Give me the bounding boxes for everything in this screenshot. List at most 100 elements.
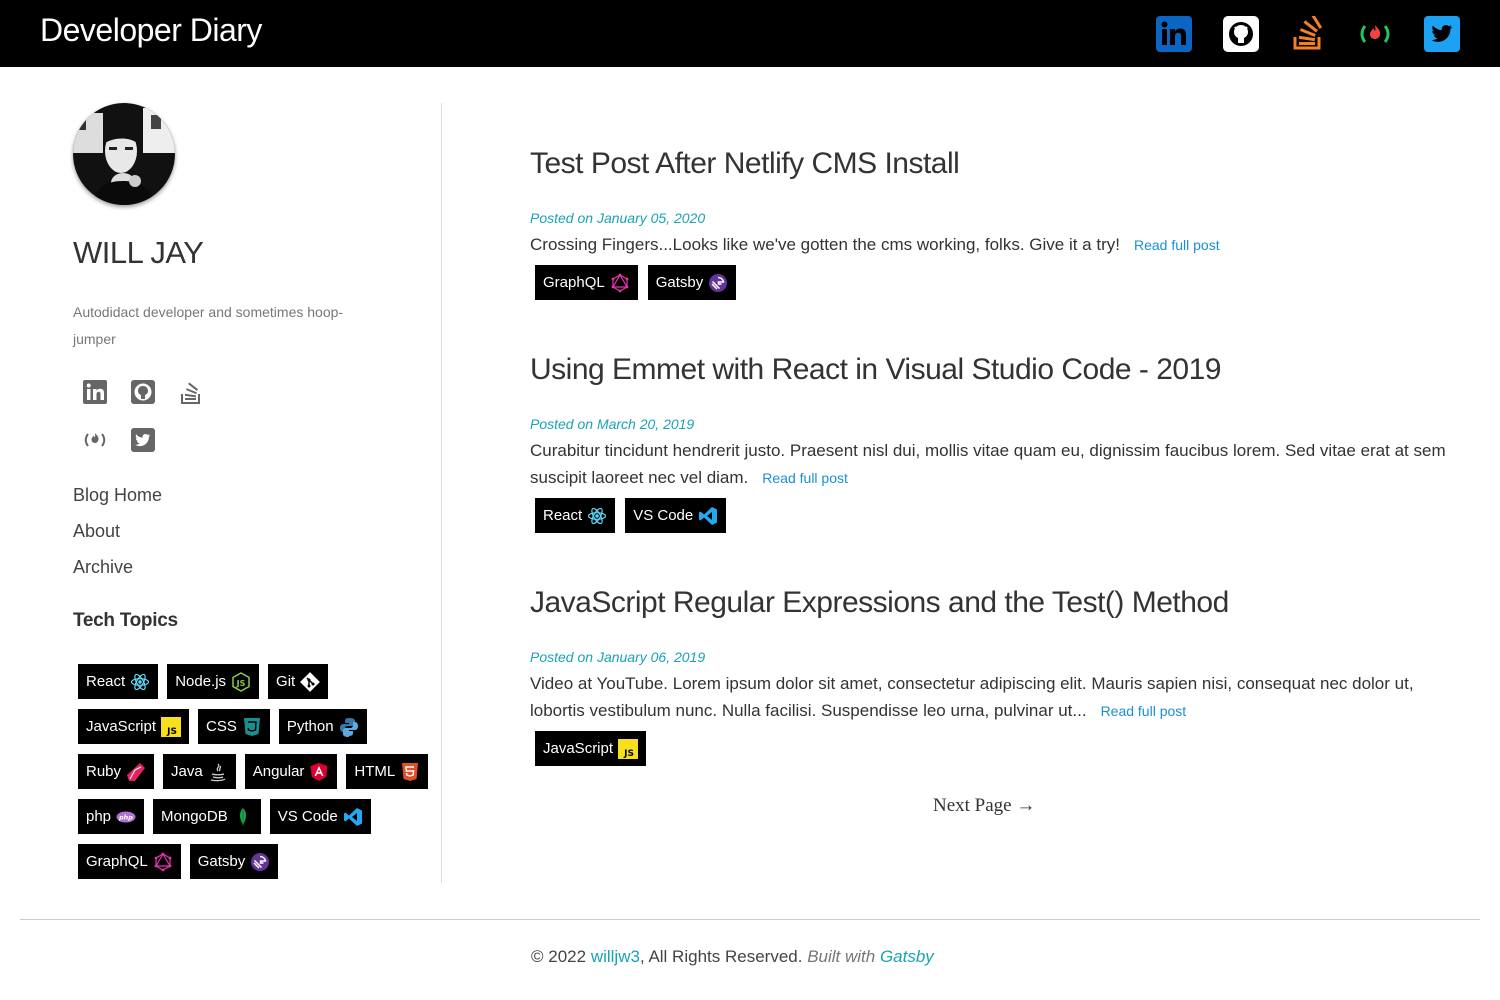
topic-tag-gatsby[interactable]: Gatsby xyxy=(189,844,279,879)
tag-label: Ruby xyxy=(86,763,122,780)
post-tag-vscode[interactable]: VS Code xyxy=(625,498,727,533)
top-navbar: Developer Diary xyxy=(0,0,1500,67)
excerpt-text: Crossing Fingers...Looks like we've gott… xyxy=(530,235,1120,254)
nav-blog-home[interactable]: Blog Home xyxy=(73,483,162,519)
tag-label: CSS xyxy=(206,718,237,735)
tag-label: JavaScript xyxy=(543,740,614,757)
post-excerpt: Curabitur tincidunt hendrerit justo. Pra… xyxy=(530,437,1460,492)
twitter-icon[interactable] xyxy=(1424,16,1460,52)
footer: © 2022 willjw3, All Rights Reserved. Bui… xyxy=(531,947,934,967)
nav-about[interactable]: About xyxy=(73,519,162,555)
author-name: WILL JAY xyxy=(73,235,204,270)
linkedin-icon[interactable] xyxy=(1156,16,1192,52)
tag-label: Gatsby xyxy=(655,274,704,291)
stackoverflow-icon[interactable] xyxy=(178,379,204,405)
topic-tag-java[interactable]: Java xyxy=(163,754,236,789)
stackoverflow-icon[interactable] xyxy=(1290,16,1326,52)
post-item: Using Emmet with React in Visual Studio … xyxy=(530,352,1460,585)
post-tag-gatsby[interactable]: Gatsby xyxy=(647,265,737,300)
topic-tag-git[interactable]: Git xyxy=(268,664,329,699)
freecodecamp-icon[interactable] xyxy=(1357,16,1393,52)
github-icon[interactable] xyxy=(130,379,156,405)
post-excerpt: Crossing Fingers...Looks like we've gott… xyxy=(530,231,1460,259)
tag-label: VS Code xyxy=(633,507,694,524)
tag-label: php xyxy=(86,808,112,825)
post-tag-react[interactable]: React xyxy=(535,498,616,533)
topic-tag-vscode[interactable]: VS Code xyxy=(269,799,371,834)
author-link[interactable]: willjw3 xyxy=(591,947,640,966)
post-item: JavaScript Regular Expressions and the T… xyxy=(530,585,1460,766)
react-icon xyxy=(131,673,150,690)
topic-tag-graphql[interactable]: GraphQL xyxy=(78,844,181,879)
twitter-icon[interactable] xyxy=(130,427,156,453)
tag-label: Node.js xyxy=(175,673,227,690)
vscode-icon xyxy=(699,506,718,525)
post-title[interactable]: Test Post After Netlify CMS Install xyxy=(530,146,1460,182)
github-icon[interactable] xyxy=(1223,16,1259,52)
post-item: Test Post After Netlify CMS Install Post… xyxy=(530,146,1460,352)
html-icon xyxy=(402,762,419,781)
python-icon xyxy=(339,717,358,737)
post-tags: React VS Code xyxy=(535,498,1460,533)
author-tagline: Autodidact developer and sometimes hoop-… xyxy=(73,304,344,347)
ruby-icon xyxy=(127,762,146,781)
avatar xyxy=(73,103,175,205)
header-social-links xyxy=(1156,16,1460,52)
linkedin-icon[interactable] xyxy=(82,379,108,405)
mongodb-icon xyxy=(239,807,246,826)
post-tag-javascript[interactable]: JavaScript JS xyxy=(535,731,647,766)
read-more-link[interactable]: Read full post xyxy=(1101,703,1187,719)
post-date: Posted on January 06, 2019 xyxy=(530,649,706,665)
next-page-link[interactable]: Next Page → xyxy=(933,795,1035,817)
topic-tag-css[interactable]: CSS xyxy=(198,709,270,744)
tag-label: Angular xyxy=(252,763,305,780)
gatsby-icon xyxy=(709,273,728,292)
excerpt-text: Video at YouTube. Lorem ipsum dolor sit … xyxy=(530,674,1414,720)
topic-tag-python[interactable]: Python xyxy=(278,709,367,744)
tag-label: HTML xyxy=(354,763,396,780)
react-icon xyxy=(588,507,607,524)
sidebar: WILL JAY Autodidact developer and someti… xyxy=(0,103,442,883)
tag-label: GraphQL xyxy=(86,853,148,870)
site-title[interactable]: Developer Diary xyxy=(40,12,262,49)
javascript-icon: JS xyxy=(161,716,182,737)
read-more-link[interactable]: Read full post xyxy=(1134,237,1220,253)
read-more-link[interactable]: Read full post xyxy=(762,470,848,486)
graphql-icon xyxy=(154,852,172,871)
post-tag-graphql[interactable]: GraphQL xyxy=(535,265,638,300)
topic-tag-mongodb[interactable]: MongoDB xyxy=(153,799,261,834)
tag-label: GraphQL xyxy=(543,274,605,291)
tag-label: VS Code xyxy=(277,808,338,825)
topic-tag-react[interactable]: React xyxy=(78,664,159,699)
topic-tag-angular[interactable]: Angular xyxy=(244,754,338,789)
post-date: Posted on March 20, 2019 xyxy=(530,416,695,432)
freecodecamp-icon[interactable] xyxy=(82,427,108,453)
tech-topics-heading: Tech Topics xyxy=(73,610,178,631)
post-title[interactable]: Using Emmet with React in Visual Studio … xyxy=(530,352,1460,388)
svg-text:php: php xyxy=(118,813,133,821)
gatsby-icon xyxy=(251,852,270,871)
nav-archive[interactable]: Archive xyxy=(73,555,162,591)
tag-label: JavaScript xyxy=(86,718,157,735)
tag-label: Gatsby xyxy=(197,853,246,870)
topic-tag-nodejs[interactable]: Node.js JS xyxy=(167,664,260,699)
svg-text:JS: JS xyxy=(166,727,177,737)
post-excerpt: Video at YouTube. Lorem ipsum dolor sit … xyxy=(530,670,1460,725)
svg-text:JS: JS xyxy=(236,679,246,688)
php-icon: php xyxy=(116,811,136,822)
sidebar-nav: Blog Home About Archive xyxy=(73,483,162,591)
tag-label: React xyxy=(86,673,126,690)
rights-text: , All Rights Reserved. xyxy=(639,947,803,966)
angular-icon xyxy=(310,762,328,781)
topic-tag-ruby[interactable]: Ruby xyxy=(78,754,155,789)
git-icon xyxy=(300,671,321,692)
post-title[interactable]: JavaScript Regular Expressions and the T… xyxy=(530,585,1460,621)
topic-tag-html[interactable]: HTML xyxy=(346,754,429,789)
built-with-text: Built with xyxy=(807,947,876,966)
topic-tag-php[interactable]: php php xyxy=(78,799,145,834)
tech-topics-list: React Node.js JS Git JavaScript JS CSS P… xyxy=(78,664,438,879)
topic-tag-javascript[interactable]: JavaScript JS xyxy=(78,709,190,744)
css-icon xyxy=(243,717,260,736)
tag-label: Git xyxy=(276,673,296,690)
gatsby-link[interactable]: Gatsby xyxy=(880,947,934,966)
